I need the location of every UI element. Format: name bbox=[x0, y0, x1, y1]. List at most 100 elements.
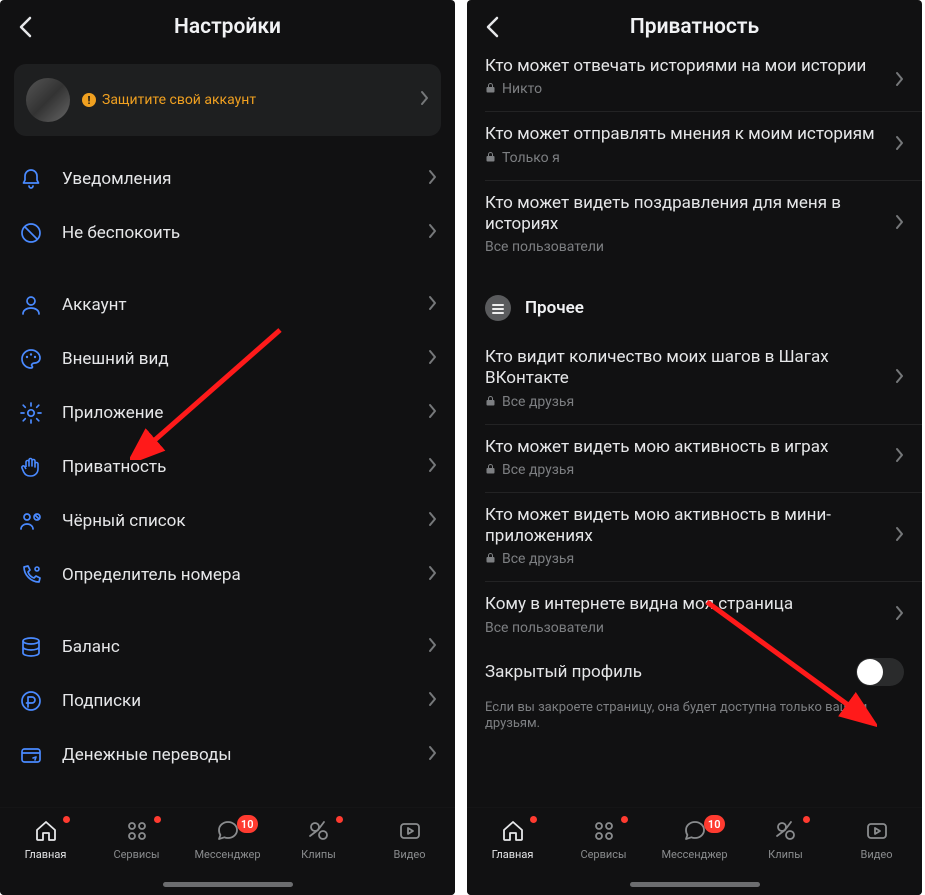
privacy-row[interactable]: Кто может отвечать историями на мои исто… bbox=[467, 52, 922, 111]
section-icon bbox=[485, 295, 511, 321]
chevron-right-icon bbox=[428, 637, 437, 657]
privacy-row-value: Все друзья bbox=[502, 551, 574, 567]
warning-icon: ! bbox=[82, 93, 96, 107]
privacy-row-title: Кто может видеть мою активность в играх bbox=[485, 437, 885, 458]
tab-label: Клипы bbox=[768, 848, 803, 861]
settings-row-blacklist[interactable]: Чёрный список bbox=[0, 494, 455, 548]
protect-account-label: Защитите свой аккаунт bbox=[102, 92, 256, 108]
privacy-row-value: Никто bbox=[502, 81, 542, 97]
lock-icon bbox=[485, 552, 496, 566]
tab-label: Главная bbox=[492, 848, 534, 861]
row-label: Аккаунт bbox=[62, 295, 410, 315]
chevron-right-icon bbox=[428, 511, 437, 531]
settings-row-account[interactable]: Аккаунт bbox=[0, 278, 455, 332]
row-label: Денежные переводы bbox=[62, 745, 410, 765]
settings-row-subs[interactable]: Подписки bbox=[0, 674, 455, 728]
privacy-row-title: Кто может отправлять мнения к моим истор… bbox=[485, 124, 885, 145]
page-title: Приватность bbox=[630, 15, 759, 39]
tab-label: Видео bbox=[394, 848, 426, 861]
row-label: Внешний вид bbox=[62, 349, 410, 369]
home-icon bbox=[500, 818, 526, 844]
settings-row-transfer[interactable]: Денежные переводы bbox=[0, 728, 455, 782]
tab-video[interactable]: Видео bbox=[837, 818, 917, 861]
chevron-left-icon bbox=[485, 16, 499, 38]
home-indicator[interactable] bbox=[630, 882, 760, 887]
closed-profile-toggle[interactable] bbox=[856, 658, 904, 686]
privacy-row[interactable]: Кто может видеть поздравления для меня в… bbox=[467, 181, 922, 270]
privacy-row-sub: Только я bbox=[485, 150, 885, 166]
settings-row-balance[interactable]: Баланс bbox=[0, 620, 455, 674]
privacy-row-sub: Все пользователи bbox=[485, 239, 885, 255]
settings-row-gear[interactable]: Приложение bbox=[0, 386, 455, 440]
back-button[interactable] bbox=[477, 12, 507, 42]
tab-label: Мессенджер bbox=[661, 848, 727, 861]
row-label: Приложение bbox=[62, 403, 410, 423]
privacy-screen: Приватность Кто может отвечать историями… bbox=[467, 0, 922, 895]
chevron-right-icon bbox=[420, 90, 429, 110]
privacy-scroll[interactable]: Кто может отвечать историями на мои исто… bbox=[467, 52, 922, 807]
row-label: Не беспокоить bbox=[62, 223, 410, 243]
callerid-icon bbox=[18, 562, 44, 588]
settings-scroll[interactable]: ! Защитите свой аккаунт Уведомления Не бе… bbox=[0, 54, 455, 807]
privacy-row-value: Все пользователи bbox=[485, 620, 604, 636]
dnd-icon bbox=[18, 220, 44, 246]
chevron-left-icon bbox=[18, 16, 32, 38]
tab-clips[interactable]: Клипы bbox=[279, 818, 359, 861]
privacy-header: Приватность bbox=[467, 0, 922, 54]
settings-row-callerid[interactable]: Определитель номера bbox=[0, 548, 455, 602]
profile-card[interactable]: ! Защитите свой аккаунт bbox=[14, 64, 441, 136]
tab-services[interactable]: Сервисы bbox=[97, 818, 177, 861]
tab-services[interactable]: Сервисы bbox=[564, 818, 644, 861]
privacy-row[interactable]: Кто видит количество моих шагов в Шагах … bbox=[467, 335, 922, 424]
chevron-right-icon bbox=[895, 368, 904, 388]
chevron-right-icon bbox=[895, 135, 904, 155]
section-title: Прочее bbox=[525, 298, 584, 318]
row-label: Определитель номера bbox=[62, 565, 410, 585]
settings-row-hand[interactable]: Приватность bbox=[0, 440, 455, 494]
tab-chat[interactable]: 10Мессенджер bbox=[188, 818, 268, 861]
tab-clips[interactable]: Клипы bbox=[746, 818, 826, 861]
privacy-row-title: Кому в интернете видна моя страница bbox=[485, 594, 885, 615]
row-label: Уведомления bbox=[62, 169, 410, 189]
settings-row-dnd[interactable]: Не беспокоить bbox=[0, 206, 455, 260]
gear-icon bbox=[18, 400, 44, 426]
home-icon bbox=[33, 818, 59, 844]
lock-icon bbox=[485, 82, 496, 96]
page-title: Настройки bbox=[174, 15, 281, 39]
notification-dot bbox=[336, 816, 343, 823]
blacklist-icon bbox=[18, 508, 44, 534]
privacy-row[interactable]: Кто может отправлять мнения к моим истор… bbox=[467, 112, 922, 179]
privacy-row[interactable]: Кто может видеть мою активность в мини-п… bbox=[467, 493, 922, 582]
row-closed-profile[interactable]: Закрытый профиль bbox=[467, 650, 922, 700]
chevron-right-icon bbox=[895, 447, 904, 467]
chevron-right-icon bbox=[895, 605, 904, 625]
row-label: Баланс bbox=[62, 637, 410, 657]
tab-video[interactable]: Видео bbox=[370, 818, 450, 861]
tab-home[interactable]: Главная bbox=[6, 818, 86, 861]
privacy-row-value: Все друзья bbox=[502, 462, 574, 478]
toggle-knob bbox=[857, 659, 883, 685]
chevron-right-icon bbox=[428, 223, 437, 243]
settings-row-bell[interactable]: Уведомления bbox=[0, 152, 455, 206]
avatar bbox=[26, 78, 70, 122]
home-indicator[interactable] bbox=[163, 882, 293, 887]
privacy-row-title: Кто видит количество моих шагов в Шагах … bbox=[485, 347, 885, 390]
privacy-row[interactable]: Кто может видеть мою активность в играх В… bbox=[467, 425, 922, 492]
settings-row-palette[interactable]: Внешний вид bbox=[0, 332, 455, 386]
tab-label: Клипы bbox=[301, 848, 336, 861]
protect-account-row: ! Защитите свой аккаунт bbox=[82, 92, 408, 108]
notification-dot bbox=[63, 816, 70, 823]
tab-home[interactable]: Главная bbox=[473, 818, 553, 861]
card-text: ! Защитите свой аккаунт bbox=[82, 92, 408, 108]
privacy-row[interactable]: Кому в интернете видна моя страница Все п… bbox=[467, 582, 922, 649]
privacy-row-value: Все пользователи bbox=[485, 239, 604, 255]
tab-label: Видео bbox=[861, 848, 893, 861]
back-button[interactable] bbox=[10, 12, 40, 42]
privacy-row-value: Все друзья bbox=[502, 394, 574, 410]
balance-icon bbox=[18, 634, 44, 660]
chevron-right-icon bbox=[428, 745, 437, 765]
settings-screen: Настройки ! Защитите свой аккаунт Уведом… bbox=[0, 0, 455, 895]
tab-badge: 10 bbox=[237, 815, 258, 833]
section-other: Прочее bbox=[467, 269, 922, 335]
tab-chat[interactable]: 10Мессенджер bbox=[655, 818, 735, 861]
